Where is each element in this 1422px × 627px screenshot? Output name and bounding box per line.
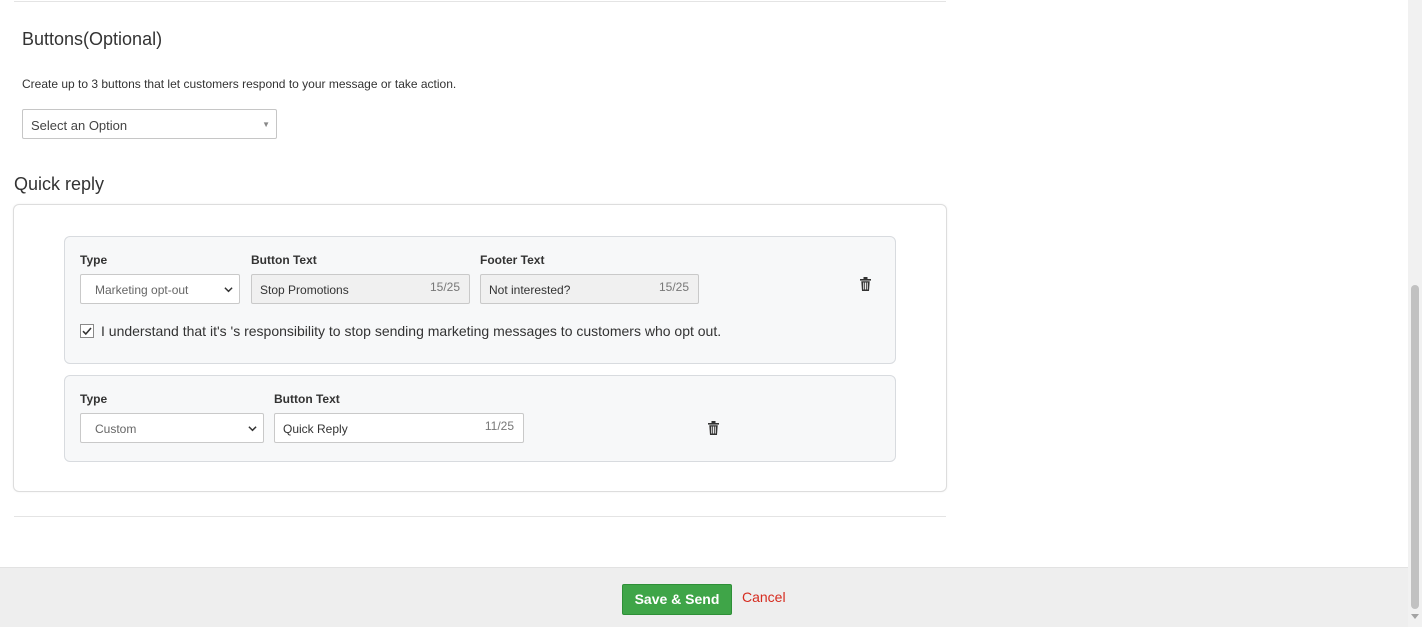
scrollbar-thumb[interactable]: [1411, 285, 1419, 609]
save-and-send-button[interactable]: Save & Send: [622, 584, 732, 615]
button-text-counter: 15/25: [429, 280, 460, 294]
scroll-down-arrow-icon[interactable]: [1411, 614, 1419, 619]
button-text-counter: 11/25: [484, 419, 514, 433]
button-type-select[interactable]: Select an Option ▼: [22, 109, 277, 139]
footer-text-value: Not interested?: [489, 283, 571, 297]
button-text-input[interactable]: Quick Reply 11/25: [274, 413, 524, 443]
trash-icon[interactable]: [708, 421, 719, 435]
footer-action-bar: Save & Send Cancel: [0, 567, 1408, 627]
vertical-scrollbar[interactable]: [1408, 0, 1422, 627]
button-text-value: Quick Reply: [283, 422, 348, 436]
buttons-section-description: Create up to 3 buttons that let customer…: [22, 77, 457, 91]
button-text-input[interactable]: Stop Promotions 15/25: [251, 274, 470, 304]
top-divider: [14, 1, 946, 2]
type-label: Type: [80, 253, 108, 267]
buttons-section-title: Buttons(Optional): [22, 29, 163, 49]
quick-reply-panel: Type Button Text Footer Text Marketing o…: [13, 204, 947, 492]
type-select[interactable]: Marketing opt-out: [80, 274, 240, 304]
footer-text-label: Footer Text: [480, 253, 545, 267]
chevron-down-icon: [248, 426, 257, 432]
button-text-label: Button Text: [274, 392, 340, 406]
chevron-down-icon: [224, 287, 233, 293]
trash-icon[interactable]: [860, 277, 871, 291]
type-select-value: Marketing opt-out: [95, 283, 189, 297]
footer-text-counter: 15/25: [658, 280, 689, 294]
cancel-link[interactable]: Cancel: [742, 589, 786, 605]
type-label: Type: [80, 392, 108, 406]
quick-reply-card-custom: Type Button Text Custom Quick Reply 11/2…: [64, 375, 896, 462]
quick-reply-card-opt-out: Type Button Text Footer Text Marketing o…: [64, 236, 896, 364]
bottom-divider: [14, 516, 946, 517]
quick-reply-title: Quick reply: [14, 174, 105, 194]
footer-text-input[interactable]: Not interested? 15/25: [480, 274, 699, 304]
caret-down-icon: ▼: [262, 120, 270, 129]
type-select-value: Custom: [95, 422, 137, 436]
button-type-select-value: Select an Option: [31, 118, 128, 133]
button-text-value: Stop Promotions: [260, 283, 349, 297]
consent-checkbox[interactable]: [80, 324, 94, 338]
consent-text: I understand that it's 's responsibility…: [101, 323, 722, 339]
button-text-label: Button Text: [251, 253, 317, 267]
type-select[interactable]: Custom: [80, 413, 264, 443]
